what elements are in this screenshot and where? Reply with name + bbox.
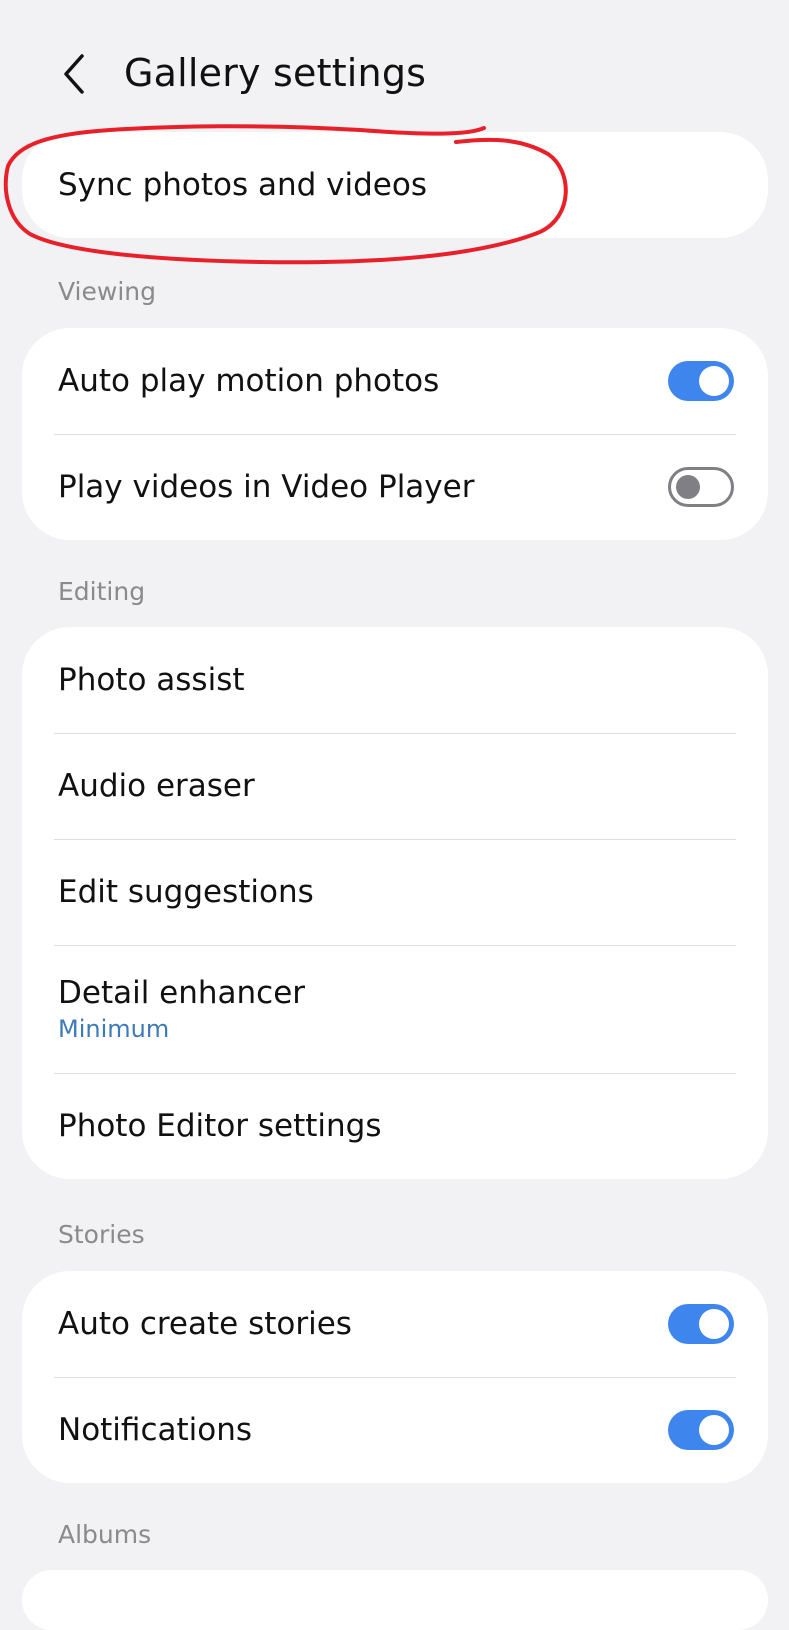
stories-card: Auto create stories Notifications: [22, 1271, 768, 1483]
section-header-viewing: Viewing: [58, 277, 156, 306]
auto-create-stories-label: Auto create stories: [58, 1306, 352, 1342]
section-header-editing: Editing: [58, 577, 146, 606]
sync-photos-row[interactable]: Sync photos and videos: [22, 132, 768, 238]
app-header: Gallery settings: [0, 0, 789, 145]
auto-play-motion-switch[interactable]: [668, 361, 734, 401]
auto-create-stories-row[interactable]: Auto create stories: [22, 1271, 768, 1377]
viewing-card: Auto play motion photos Play videos in V…: [22, 328, 768, 540]
detail-enhancer-row[interactable]: Detail enhancer Minimum: [22, 945, 768, 1073]
auto-create-stories-switch[interactable]: [668, 1304, 734, 1344]
section-header-albums: Albums: [58, 1520, 152, 1549]
edit-suggestions-row[interactable]: Edit suggestions: [22, 839, 768, 945]
notifications-switch[interactable]: [668, 1410, 734, 1450]
auto-play-motion-label: Auto play motion photos: [58, 363, 440, 399]
editing-card: Photo assist Audio eraser Edit suggestio…: [22, 627, 768, 1179]
play-videos-row[interactable]: Play videos in Video Player: [22, 434, 768, 540]
play-videos-switch[interactable]: [668, 467, 734, 507]
notifications-label: Notifications: [58, 1412, 253, 1448]
albums-card: [22, 1570, 768, 1630]
switch-knob: [699, 366, 729, 396]
sync-photos-label: Sync photos and videos: [58, 167, 427, 203]
detail-enhancer-value: Minimum: [58, 1015, 170, 1043]
photo-assist-row[interactable]: Photo assist: [22, 627, 768, 733]
switch-knob: [676, 475, 700, 499]
switch-knob: [699, 1309, 729, 1339]
sync-card: Sync photos and videos: [22, 132, 768, 238]
chevron-left-icon: [64, 54, 84, 94]
audio-eraser-label: Audio eraser: [58, 768, 255, 804]
detail-enhancer-label: Detail enhancer: [58, 975, 306, 1011]
photo-assist-label: Photo assist: [58, 662, 245, 698]
notifications-row[interactable]: Notifications: [22, 1377, 768, 1483]
switch-knob: [699, 1415, 729, 1445]
audio-eraser-row[interactable]: Audio eraser: [22, 733, 768, 839]
auto-play-motion-row[interactable]: Auto play motion photos: [22, 328, 768, 434]
play-videos-label: Play videos in Video Player: [58, 469, 475, 505]
photo-editor-settings-label: Photo Editor settings: [58, 1108, 382, 1144]
photo-editor-settings-row[interactable]: Photo Editor settings: [22, 1073, 768, 1179]
back-button[interactable]: [52, 48, 96, 100]
page-title: Gallery settings: [124, 51, 427, 95]
edit-suggestions-label: Edit suggestions: [58, 874, 314, 910]
section-header-stories: Stories: [58, 1220, 145, 1249]
